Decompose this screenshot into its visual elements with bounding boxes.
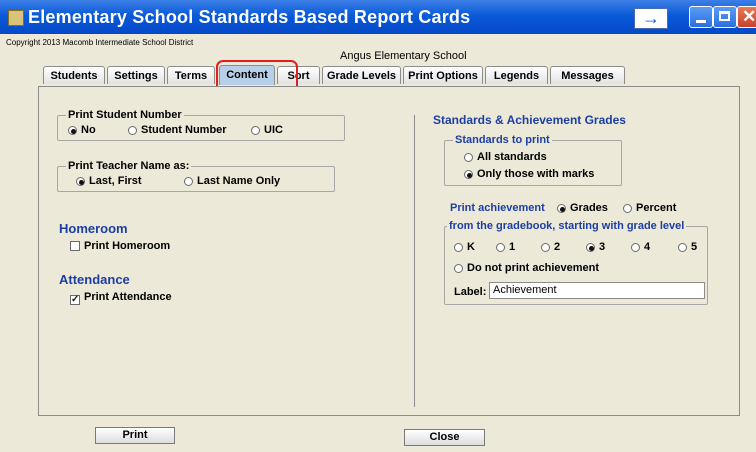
radio-grade-k[interactable]: K (454, 241, 475, 253)
radio-label: Only those with marks (477, 168, 595, 180)
radio-only-marks[interactable]: Only those with marks (464, 168, 594, 180)
minimize-icon (696, 20, 706, 23)
checkbox-label: Print Attendance (84, 291, 172, 303)
teacher-name-group: Print Teacher Name as: Last, First Last … (57, 160, 335, 192)
radio-label: K (467, 241, 475, 253)
radio-grade-3[interactable]: 3 (586, 241, 605, 253)
window-title: Elementary School Standards Based Report… (28, 7, 471, 27)
radio-no-achievement[interactable]: Do not print achievement (454, 262, 599, 274)
attendance-heading: Attendance (59, 272, 130, 287)
radio-student-number-number[interactable]: Student Number (128, 124, 227, 136)
radio-achievement-grades[interactable]: Grades (557, 202, 608, 214)
radio-label: UIC (264, 124, 283, 136)
print-button[interactable]: Print (95, 427, 175, 444)
homeroom-heading: Homeroom (59, 221, 128, 236)
maximize-icon (719, 11, 730, 21)
student-number-group: Print Student Number No Student Number U… (57, 109, 345, 141)
radio-unselected-icon (454, 243, 463, 252)
student-number-title: Print Student Number (66, 109, 184, 121)
app-icon (8, 10, 24, 26)
radio-student-number-uic[interactable]: UIC (251, 124, 283, 136)
radio-unselected-icon (631, 243, 640, 252)
radio-unselected-icon (496, 243, 505, 252)
radio-selected-icon (557, 204, 566, 213)
radio-all-standards[interactable]: All standards (464, 151, 547, 163)
radio-grade-1[interactable]: 1 (496, 241, 515, 253)
content-panel: Print Student Number No Student Number U… (38, 86, 740, 416)
print-achievement-label: Print achievement (450, 202, 545, 214)
vertical-divider (414, 115, 415, 407)
radio-teacher-last-only[interactable]: Last Name Only (184, 175, 280, 187)
radio-label: All standards (477, 151, 547, 163)
radio-label: Percent (636, 202, 677, 214)
tab-legends[interactable]: Legends (485, 66, 548, 84)
radio-label: Student Number (141, 124, 227, 136)
grade-level-group: from the gradebook, starting with grade … (444, 220, 708, 305)
radio-label: 4 (644, 241, 651, 253)
tab-settings[interactable]: Settings (107, 66, 165, 84)
checkbox-unchecked-icon (70, 241, 80, 251)
radio-label: Last, First (89, 175, 142, 187)
copyright-text: Copyright 2013 Macomb Intermediate Schoo… (6, 38, 194, 47)
close-button[interactable]: Close (404, 429, 485, 446)
tab-students[interactable]: Students (43, 66, 105, 84)
radio-unselected-icon (454, 264, 463, 273)
radio-teacher-last-first[interactable]: Last, First (76, 175, 142, 187)
arrow-right-icon[interactable]: → (634, 8, 668, 29)
maximize-button[interactable] (713, 6, 737, 28)
standards-to-print-group: Standards to print All standards Only th… (444, 134, 622, 186)
radio-unselected-icon (251, 126, 260, 135)
teacher-name-title: Print Teacher Name as: (66, 160, 192, 172)
radio-label: 3 (599, 241, 606, 253)
window-close-button[interactable]: ✕ (737, 6, 756, 28)
radio-unselected-icon (464, 153, 473, 162)
grade-level-title: from the gradebook, starting with grade … (447, 220, 687, 232)
app-window: Elementary School Standards Based Report… (0, 0, 756, 452)
radio-unselected-icon (184, 177, 193, 186)
radio-grade-4[interactable]: 4 (631, 241, 650, 253)
standards-to-print-title: Standards to print (453, 134, 552, 146)
radio-unselected-icon (128, 126, 137, 135)
tab-print-options[interactable]: Print Options (403, 66, 483, 84)
radio-label: No (81, 124, 96, 136)
standards-heading: Standards & Achievement Grades (433, 113, 626, 127)
radio-unselected-icon (623, 204, 632, 213)
close-icon: ✕ (742, 7, 756, 26)
minimize-button[interactable] (689, 6, 713, 28)
radio-selected-icon (586, 243, 595, 252)
radio-label: 2 (554, 241, 561, 253)
radio-selected-icon (76, 177, 85, 186)
radio-label: 1 (509, 241, 516, 253)
tab-grade-levels[interactable]: Grade Levels (322, 66, 401, 84)
radio-label: Grades (570, 202, 608, 214)
radio-unselected-icon (541, 243, 550, 252)
radio-grade-2[interactable]: 2 (541, 241, 560, 253)
radio-achievement-percent[interactable]: Percent (623, 202, 676, 214)
radio-label: 5 (691, 241, 698, 253)
radio-label: Last Name Only (197, 175, 281, 187)
checkbox-checked-icon: ✓ (70, 294, 80, 305)
tab-messages[interactable]: Messages (550, 66, 625, 84)
radio-selected-icon (68, 126, 77, 135)
checkbox-label: Print Homeroom (84, 240, 171, 252)
tab-terms[interactable]: Terms (167, 66, 215, 84)
radio-student-number-no[interactable]: No (68, 124, 96, 136)
achievement-label-input[interactable]: Achievement (489, 282, 705, 299)
radio-selected-icon (464, 170, 473, 179)
radio-grade-5[interactable]: 5 (678, 241, 697, 253)
radio-unselected-icon (678, 243, 687, 252)
print-homeroom-checkbox[interactable]: Print Homeroom (70, 240, 170, 252)
radio-label: Do not print achievement (467, 262, 600, 274)
label-field-label: Label: (454, 286, 487, 298)
print-attendance-checkbox[interactable]: ✓ Print Attendance (70, 291, 172, 305)
school-name: Angus Elementary School (340, 50, 467, 62)
title-bar: Elementary School Standards Based Report… (0, 0, 756, 34)
